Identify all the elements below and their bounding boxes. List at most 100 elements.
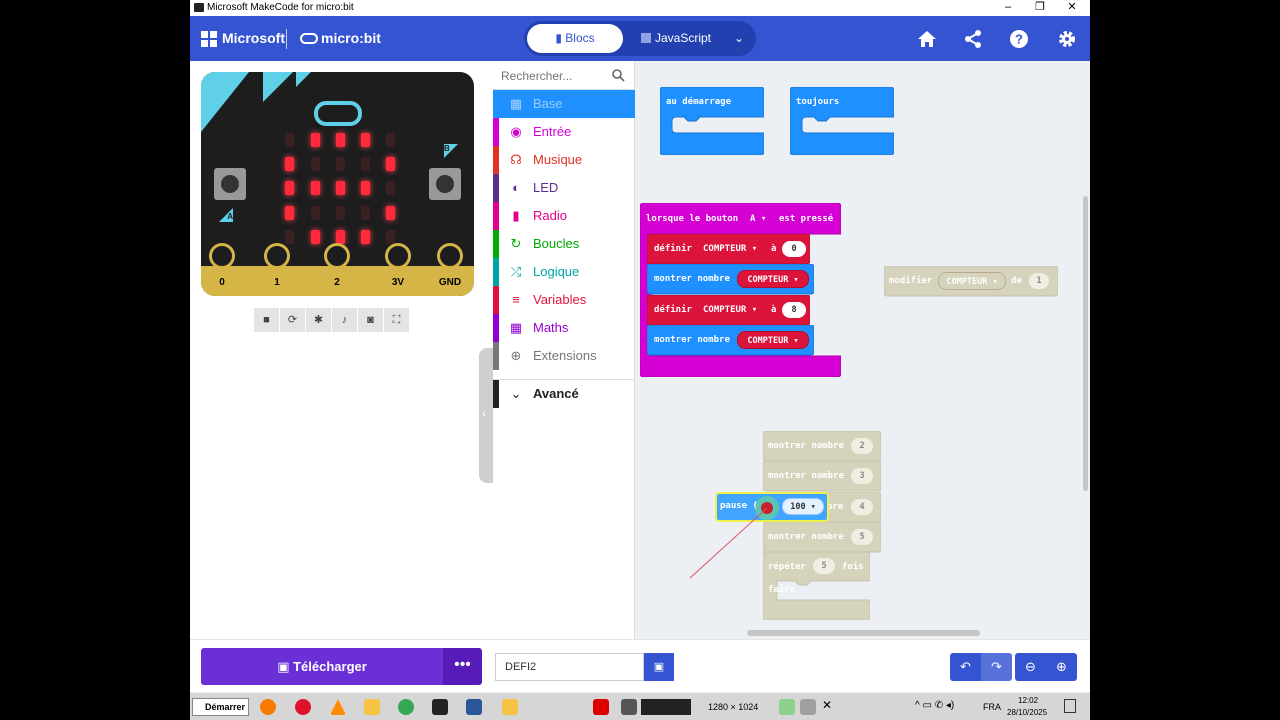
to-label: à [771,244,777,254]
tab-blocks[interactable]: ▮ Blocs [527,24,623,53]
value-input[interactable]: 0 [782,241,806,257]
led-0-0 [285,133,294,147]
button-a[interactable] [214,168,246,200]
category-led[interactable]: ◐ LED [493,174,635,202]
close-button[interactable]: ✕ [1056,0,1088,16]
pin-0-hole[interactable] [209,243,235,269]
mute-icon[interactable]: ♪ [332,308,357,332]
makecode-icon[interactable] [432,699,448,715]
folder-icon[interactable] [364,699,380,715]
chevron-left-icon: ‹ [482,406,486,420]
language-indicator[interactable]: FRA [983,702,1001,712]
tab-javascript[interactable]: JavaScript [628,24,724,53]
category-variables[interactable]: ≡ Variables [493,286,635,314]
led-1-3 [361,157,370,171]
category-base[interactable]: ▦ Base [493,90,635,118]
button-b[interactable] [429,168,461,200]
microsoft-logo-icon [201,31,217,47]
zoom-out-button[interactable]: ⊖ [1015,653,1046,681]
variable-dropdown[interactable]: COMPTEUR ▾ [703,305,757,315]
repeat-count-input[interactable]: 5 [813,558,835,574]
vertical-scrollbar[interactable] [1083,196,1088,491]
minimize-tray-icon[interactable] [800,699,816,715]
value-input[interactable]: 8 [782,302,806,318]
fullscreen-icon[interactable]: ⛶ [384,308,409,332]
category-musique[interactable]: ☊ Musique [493,146,635,174]
brand-label[interactable]: Microsoft [222,30,285,46]
stop-icon[interactable]: ■ [254,308,279,332]
button-dropdown[interactable]: A ▾ [750,214,766,224]
minimize-button[interactable]: – [992,0,1024,16]
help-icon[interactable]: ? [1008,28,1030,50]
record-icon[interactable] [593,699,609,715]
chevron-down-icon[interactable]: ⌄ [728,24,750,53]
led-3-4 [386,206,395,220]
search-icon[interactable] [612,69,625,82]
refresh-icon: ↻ [510,236,522,251]
category-logique[interactable]: ⤮ Logique [493,258,635,286]
maximize-button[interactable]: ❐ [1024,0,1056,16]
home-icon[interactable] [916,28,938,50]
led-4-4 [386,230,395,244]
screenshot-icon[interactable]: ◙ [358,308,383,332]
value-input[interactable]: 2 [851,438,873,454]
debug-icon[interactable]: ✱ [306,308,331,332]
restart-icon[interactable]: ⟳ [280,308,305,332]
value-input[interactable]: 1 [1029,273,1049,289]
clock-date[interactable]: 28/10/2025 [1007,708,1047,717]
project-name-input[interactable]: DEFI2 [495,653,644,681]
simulator-toolbar: ■ ⟳ ✱ ♪ ◙ ⛶ [254,308,409,332]
vlc-icon[interactable] [330,699,346,715]
signal-icon: ▮ [512,208,520,223]
word-icon[interactable] [466,699,482,715]
save-icon[interactable]: ▣ [644,653,674,681]
notes-icon[interactable] [502,699,518,715]
set-label: définir [654,305,692,315]
download-more-button[interactable]: ••• [443,648,482,685]
led-2-2 [336,181,345,195]
notification-icon[interactable] [1064,699,1076,713]
category-avancé[interactable]: ⌄ Avancé [493,379,635,408]
category-maths[interactable]: ▦ Maths [493,314,635,342]
download-button[interactable]: ▣ Télécharger [201,648,443,685]
tray-icons: ^ ▭ ✆ ◂) [915,700,955,711]
chrome-icon[interactable] [398,699,414,715]
variable-dropdown[interactable]: COMPTEUR ▾ [938,272,1006,290]
category-label: Radio [533,208,567,223]
puzzle-icon: ▮ [555,31,566,45]
variable-reporter[interactable]: COMPTEUR ▾ [737,270,809,288]
close-recording-icon[interactable]: ✕ [822,698,832,712]
product-label[interactable]: micro:bit [321,30,381,46]
app-window: Microsoft MakeCode for micro:bit – ❐ ✕ M… [190,0,1090,692]
window-mode-icon[interactable] [779,699,795,715]
pin-3-hole[interactable] [385,243,411,269]
variable-dropdown[interactable]: COMPTEUR ▾ [703,244,757,254]
led-1-2 [336,157,345,171]
category-boucles[interactable]: ↻ Boucles [493,230,635,258]
horizontal-scrollbar[interactable] [747,630,980,636]
camera-icon[interactable] [621,699,637,715]
search-input[interactable] [501,67,605,85]
start-button[interactable]: Démarrer [192,698,249,716]
value-input[interactable]: 5 [851,529,873,545]
value-input[interactable]: 4 [851,499,873,515]
firefox-icon[interactable] [260,699,276,715]
settings-icon[interactable] [1056,28,1078,50]
category-extensions[interactable]: ⊕ Extensions [493,342,635,370]
clock-time[interactable]: 12:02 [1018,696,1038,705]
variable-reporter[interactable]: COMPTEUR ▾ [737,331,809,349]
redo-button[interactable]: ↷ [981,653,1012,681]
value-input[interactable]: 3 [851,468,873,484]
zoom-in-button[interactable]: ⊕ [1046,653,1077,681]
undo-button[interactable]: ↶ [950,653,981,681]
show-number-label: montrer nombre [768,441,844,451]
pin-4-hole[interactable] [437,243,463,269]
pin-1-hole[interactable] [264,243,290,269]
opera-icon[interactable] [295,699,311,715]
category-entrée[interactable]: ◉ Entrée [493,118,635,146]
pin-2-hole[interactable] [324,243,350,269]
share-icon[interactable] [962,28,984,50]
category-radio[interactable]: ▮ Radio [493,202,635,230]
led-3-3 [361,206,370,220]
blocks-workspace[interactable]: au démarrage toujours lorsque le bouton … [635,61,1090,639]
